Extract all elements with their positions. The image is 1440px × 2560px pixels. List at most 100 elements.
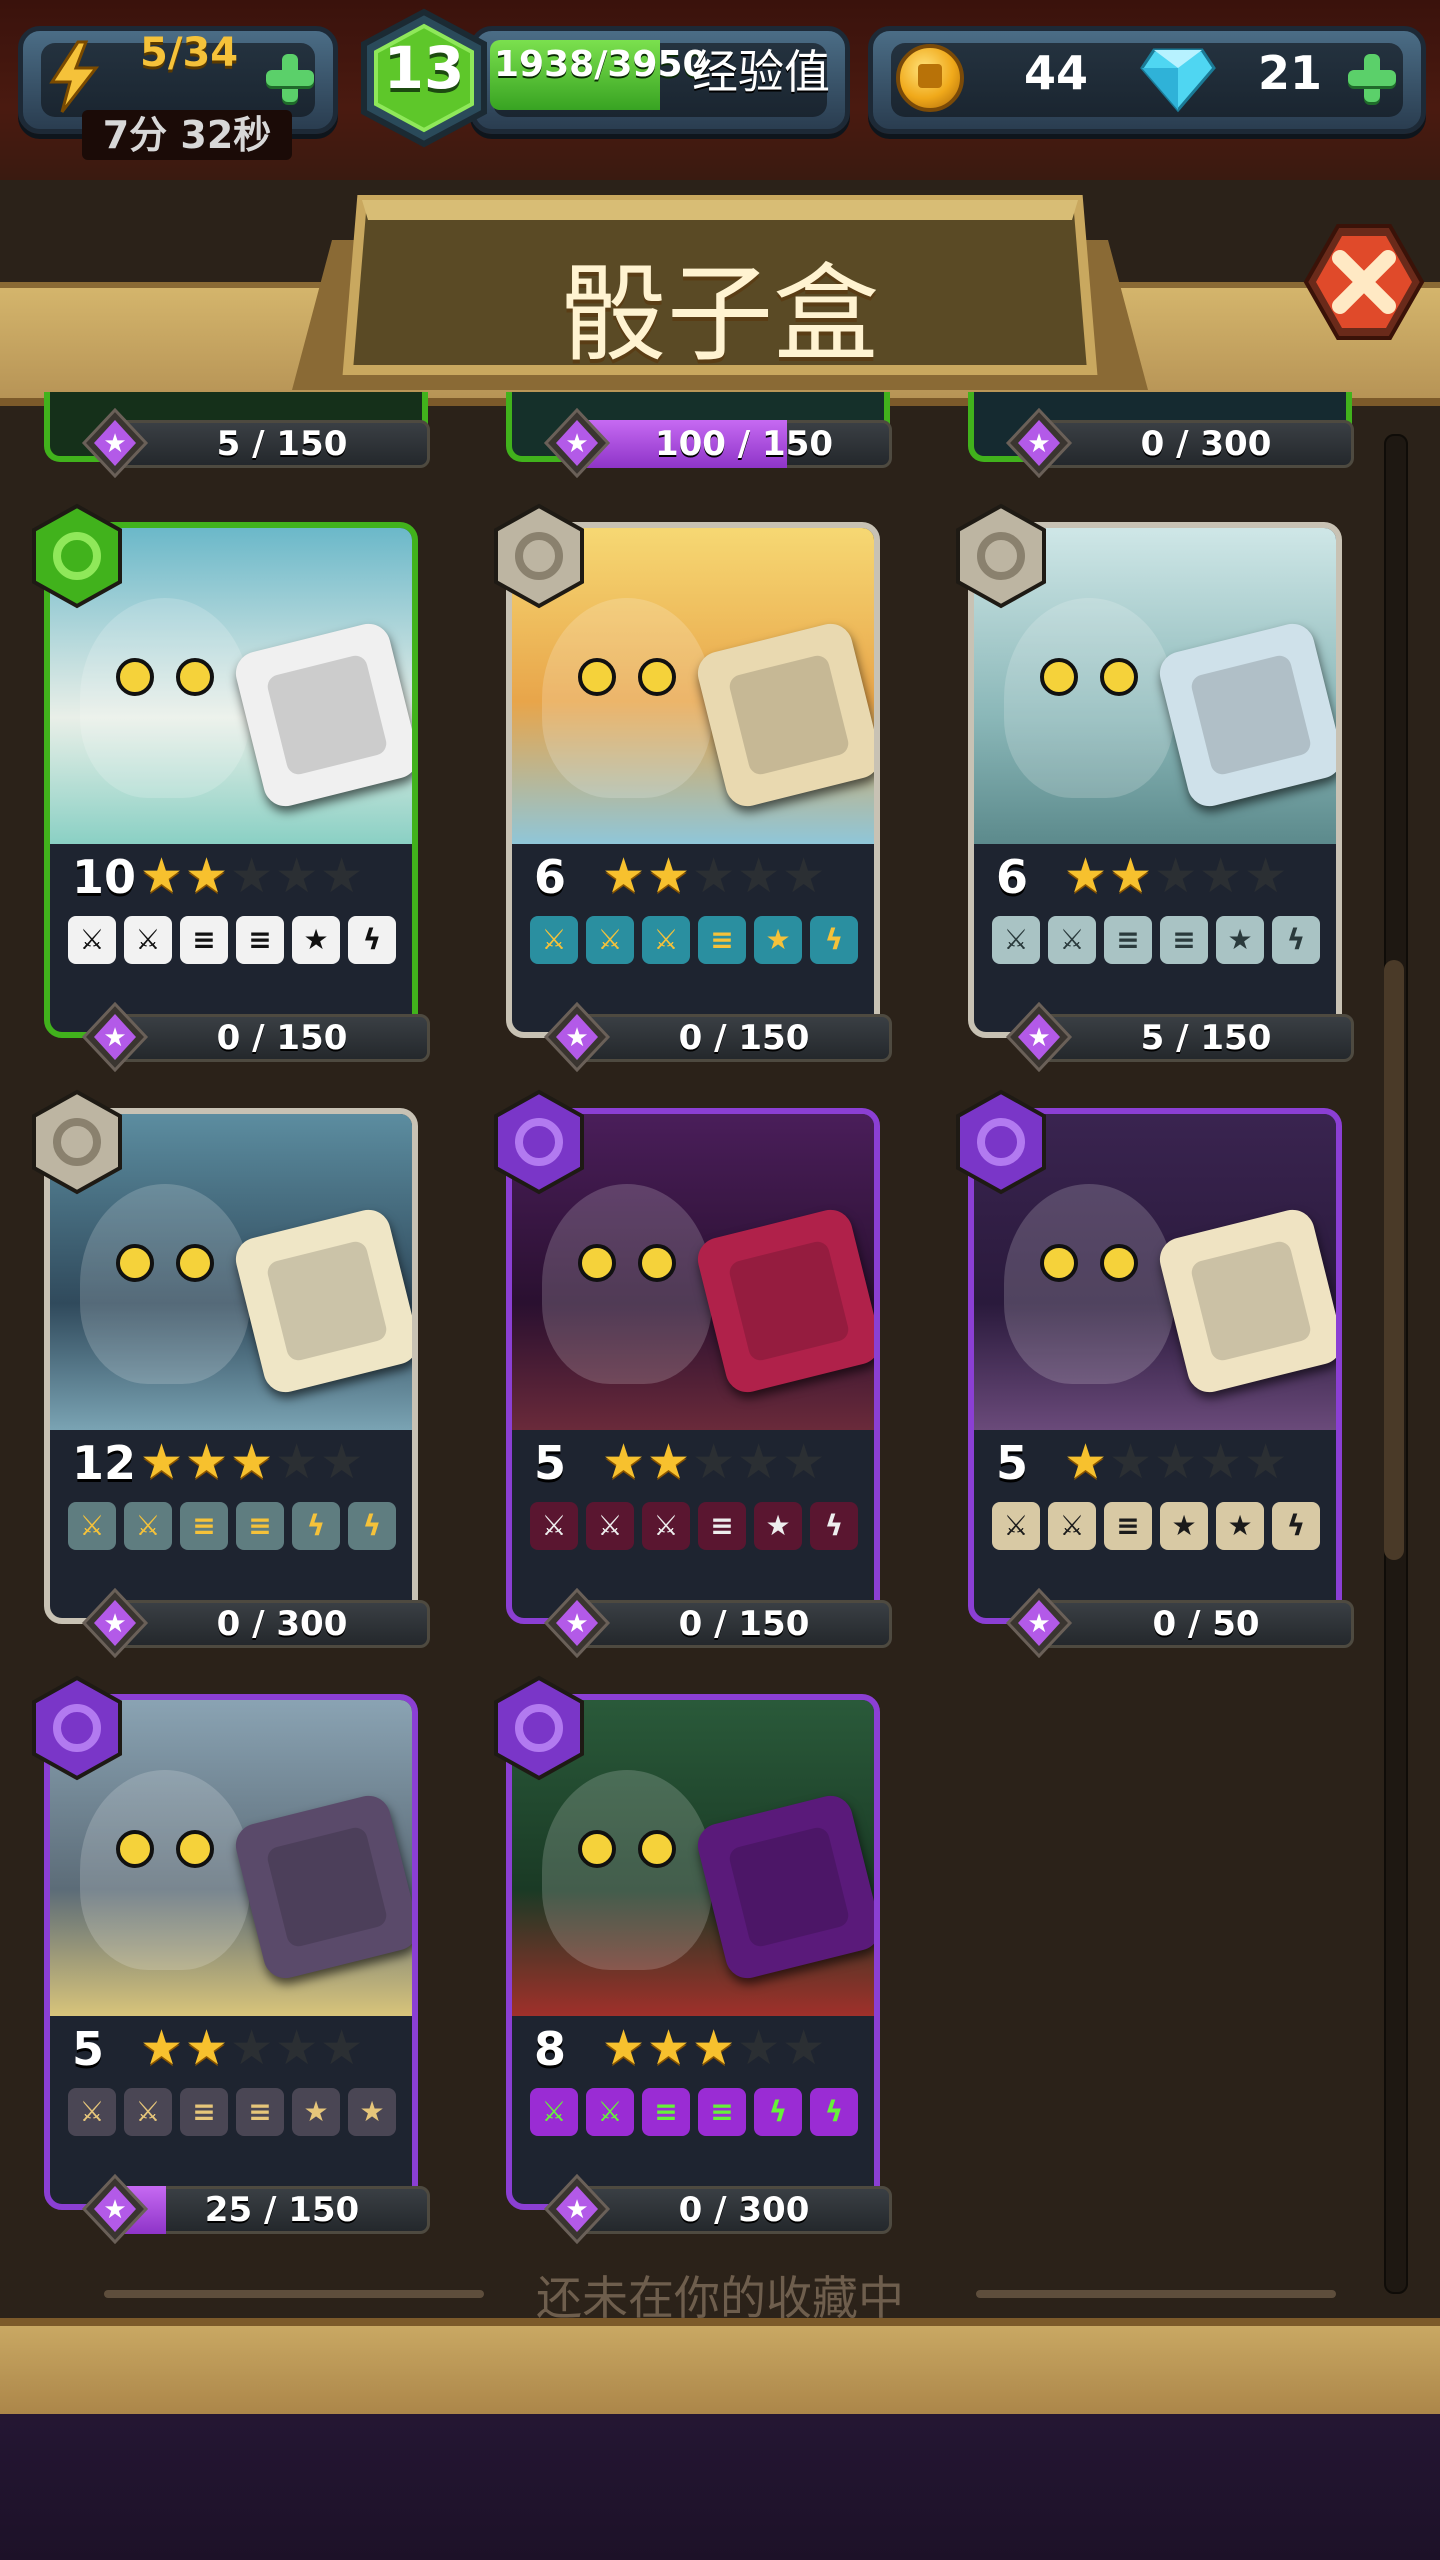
sword-icon: ⚔	[124, 916, 172, 964]
add-energy-button[interactable]	[262, 50, 318, 106]
svg-text:★: ★	[103, 1023, 126, 1053]
star-empty-icon: ★	[737, 1434, 783, 1490]
card-progress: ★ 0 / 300	[72, 1588, 444, 1658]
star-empty-icon: ★	[782, 848, 828, 904]
star-filled-icon: ★	[647, 848, 693, 904]
card-gem-icon: ★	[81, 1588, 149, 1658]
star-empty-icon: ★	[1109, 1434, 1155, 1490]
star-filled-icon: ★	[1064, 1434, 1110, 1490]
shield-icon: ≡	[180, 2088, 228, 2136]
character-eye-right	[176, 1830, 214, 1868]
shield-icon: ≡	[236, 916, 284, 964]
sword-icon: ⚔	[68, 916, 116, 964]
star-empty-icon: ★	[1244, 848, 1290, 904]
character-eye-left	[116, 1830, 154, 1868]
star-empty-icon: ★	[275, 848, 321, 904]
dice-faces: ⚔ ⚔ ≡ ≡ ★ ★	[68, 2088, 404, 2136]
leaf-rarity-icon	[32, 503, 122, 609]
swirl-rarity-icon	[32, 1089, 122, 1195]
star-empty-icon: ★	[320, 2020, 366, 2076]
character-silhouette	[80, 1184, 250, 1384]
bolt-icon: ϟ	[1272, 1502, 1320, 1550]
shield-icon: ≡	[180, 1502, 228, 1550]
dice-face	[265, 1239, 389, 1363]
character-silhouette	[542, 1184, 712, 1384]
character-eye-right	[638, 1830, 676, 1868]
shield-icon: ≡	[1160, 916, 1208, 964]
sword-icon: ⚔	[586, 916, 634, 964]
progress-text: 0 / 300	[216, 1604, 348, 1644]
character-eye-right	[176, 1244, 214, 1282]
dice-grid[interactable]: ★ 5 / 150 ★ 100 / 150 ★ 0 / 300 10 ★★★★★ ⚔…	[0, 392, 1440, 2312]
card-gem-icon: ★	[1005, 1588, 1073, 1658]
dice-faces: ⚔ ⚔ ⚔ ≡ ★ ϟ	[530, 1502, 866, 1550]
sword-icon: ⚔	[68, 2088, 116, 2136]
energy-bolt-icon	[49, 40, 100, 113]
purple-rarity-icon	[956, 1089, 1046, 1195]
star-filled-icon: ★	[647, 1434, 693, 1490]
shield-icon: ≡	[642, 2088, 690, 2136]
star-empty-icon: ★	[275, 2020, 321, 2076]
player-level: 13	[383, 34, 465, 102]
star-icon: ★	[754, 916, 802, 964]
card-progress: ★ 0 / 150	[72, 1002, 444, 1072]
sword-icon: ⚔	[1048, 1502, 1096, 1550]
star-filled-icon: ★	[692, 2020, 738, 2076]
card-gem-icon: ★	[543, 1588, 611, 1658]
star-filled-icon: ★	[185, 2020, 231, 2076]
close-icon	[1332, 250, 1396, 314]
card-level: 10	[72, 850, 137, 904]
dice-face	[1189, 1239, 1313, 1363]
purple-rarity-icon	[494, 1675, 584, 1781]
bolt-icon: ϟ	[810, 916, 858, 964]
progress-text: 0 / 150	[678, 1018, 810, 1058]
card-gem-icon: ★	[81, 2174, 149, 2244]
star-rating: ★★★★★	[140, 2020, 365, 2076]
svg-text:★: ★	[565, 1023, 588, 1053]
xp-value: 1938/3950	[494, 44, 708, 85]
svg-text:★: ★	[1027, 1023, 1050, 1053]
star-filled-icon: ★	[140, 848, 186, 904]
star-empty-icon: ★	[1199, 1434, 1245, 1490]
character-silhouette	[542, 598, 712, 798]
purple-rarity-icon	[494, 1089, 584, 1195]
svg-text:★: ★	[103, 2195, 126, 2225]
star-rating: ★★★★★	[602, 848, 827, 904]
star-icon: ★	[348, 2088, 396, 2136]
dice-face	[265, 653, 389, 777]
star-empty-icon: ★	[1244, 1434, 1290, 1490]
energy-value: 5/34	[140, 30, 239, 76]
star-filled-icon: ★	[185, 848, 231, 904]
bottom-background	[0, 2414, 1440, 2560]
star-rating: ★★★★★	[140, 848, 365, 904]
progress-text: 0 / 300	[678, 2190, 810, 2230]
star-filled-icon: ★	[140, 2020, 186, 2076]
swirl-rarity-icon	[494, 503, 584, 609]
card-level: 5	[534, 1436, 567, 1490]
sword-icon: ⚔	[1048, 916, 1096, 964]
character-silhouette	[542, 1770, 712, 1970]
card-progress: ★ 0 / 150	[534, 1588, 906, 1658]
progress-text: 5 / 150	[1140, 1018, 1272, 1058]
sword-icon: ⚔	[530, 1502, 578, 1550]
star-empty-icon: ★	[692, 848, 738, 904]
gem-count: 21	[1258, 46, 1323, 100]
card-level: 5	[72, 2022, 105, 2076]
star-empty-icon: ★	[782, 2020, 828, 2076]
star-empty-icon: ★	[320, 848, 366, 904]
sword-icon: ⚔	[530, 2088, 578, 2136]
star-filled-icon: ★	[602, 848, 648, 904]
partial-progress-3: ★ 0 / 300	[996, 408, 1368, 478]
card-level: 6	[534, 850, 567, 904]
add-gems-button[interactable]	[1344, 50, 1400, 106]
page-title: 骰子盒	[561, 253, 879, 376]
dice-face	[727, 1239, 851, 1363]
character-eye-right	[1100, 1244, 1138, 1282]
card-gem-icon: ★	[1005, 1002, 1073, 1072]
wood-board-bottom	[0, 2318, 1440, 2428]
scrollbar-thumb[interactable]	[1384, 960, 1404, 1560]
bolt-icon: ϟ	[348, 1502, 396, 1550]
character-eye-left	[578, 1830, 616, 1868]
progress-text: 5 / 150	[216, 424, 348, 464]
star-empty-icon: ★	[1154, 848, 1200, 904]
